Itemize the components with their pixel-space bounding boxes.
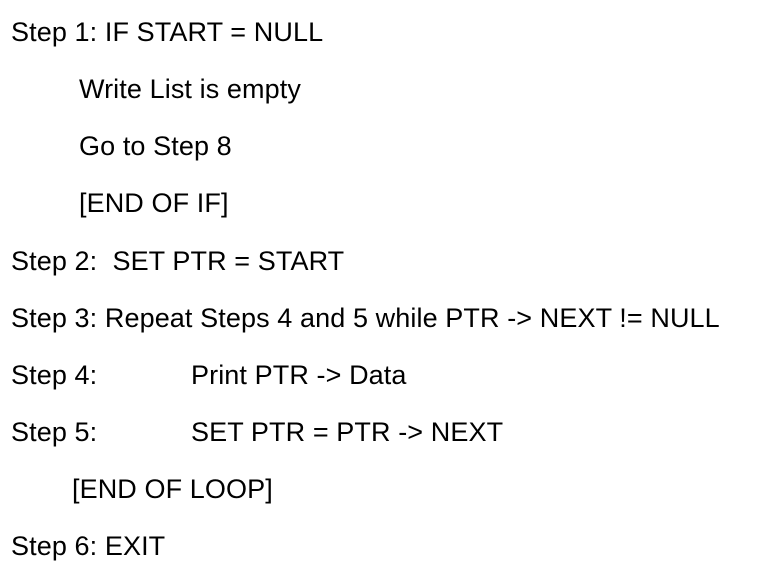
algorithm-document: Step 1: IF START = NULL Write List is em… xyxy=(0,0,775,577)
step-1-condition: Step 1: IF START = NULL xyxy=(11,17,324,47)
step-5-label: Step 5: xyxy=(11,417,98,447)
step-5-action: SET PTR = PTR -> NEXT xyxy=(191,417,504,447)
step-4-action: Print PTR -> Data xyxy=(191,360,407,390)
step-2-set-ptr: Step 2: SET PTR = START xyxy=(11,246,345,276)
step-4-label: Step 4: xyxy=(11,360,98,390)
step-6-exit: Step 6: EXIT xyxy=(11,531,166,561)
end-of-loop: [END OF LOOP] xyxy=(72,474,273,504)
step-3-repeat-loop: Step 3: Repeat Steps 4 and 5 while PTR -… xyxy=(11,303,720,333)
end-of-if: [END OF IF] xyxy=(79,188,229,218)
step-1-goto: Go to Step 8 xyxy=(79,131,232,161)
step-1-write-message: Write List is empty xyxy=(79,74,301,104)
